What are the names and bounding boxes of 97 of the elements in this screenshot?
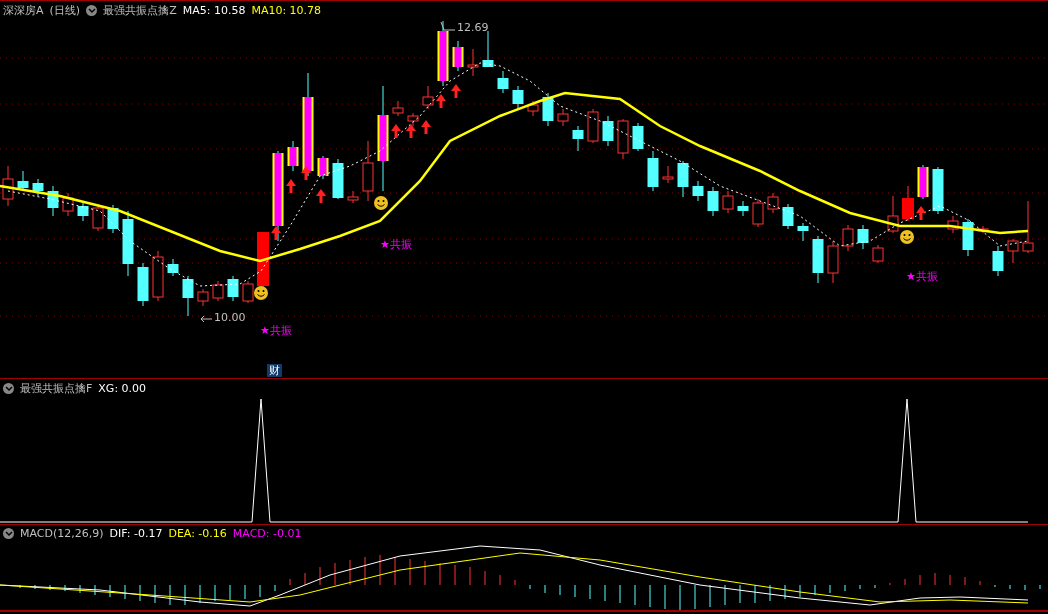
smiley-icon — [374, 196, 388, 210]
candlestick — [152, 250, 164, 302]
candlestick — [182, 275, 194, 317]
up-arrow-icon — [421, 120, 431, 134]
candlestick — [437, 20, 449, 87]
collapse-icon[interactable] — [3, 383, 14, 394]
dea-value: DEA: -0.16 — [168, 527, 227, 540]
candlestick — [542, 92, 554, 127]
candlestick — [887, 195, 899, 234]
candlestick — [722, 190, 734, 214]
up-arrow-icon — [916, 206, 926, 220]
candlestick — [32, 178, 44, 197]
smiley-icon — [254, 286, 268, 300]
up-arrow-icon — [286, 179, 296, 193]
candlestick — [452, 40, 464, 72]
candlestick — [467, 48, 479, 77]
candlestick — [662, 165, 674, 184]
candlestick — [602, 115, 614, 147]
candlestick — [242, 280, 254, 304]
candlestick — [122, 210, 134, 277]
candlestick — [692, 180, 704, 202]
candlestick — [587, 108, 599, 144]
candlestick — [857, 224, 869, 250]
candlestick — [917, 164, 929, 200]
candlestick — [527, 100, 539, 117]
candlestick — [767, 192, 779, 214]
candlestick — [167, 258, 179, 277]
signal-label: ★共振 — [260, 323, 292, 338]
candlestick — [902, 185, 914, 222]
candlestick — [932, 166, 944, 215]
candlestick — [347, 190, 359, 204]
candlestick — [197, 288, 209, 307]
candlestick — [737, 200, 749, 217]
candlestick — [557, 108, 569, 127]
candlestick — [872, 244, 884, 264]
up-arrow-icon — [451, 84, 461, 98]
collapse-icon[interactable] — [86, 5, 98, 16]
indicator-name: 最强共振点擒Z — [103, 3, 177, 18]
candlestick — [107, 204, 119, 234]
candlestick — [617, 118, 629, 160]
low-price-label: 10.00 — [214, 311, 246, 324]
candlestick — [632, 122, 644, 152]
up-arrow-icon — [316, 189, 326, 203]
candlestick — [707, 186, 719, 217]
candlestick — [842, 224, 854, 252]
signal-label: ★共振 — [380, 237, 412, 252]
indicator-name: 最强共振点擒F — [20, 381, 93, 396]
dif-value: DIF: -0.17 — [109, 527, 163, 540]
smiley-icon — [900, 230, 914, 244]
candlestick — [287, 140, 299, 172]
candlestick — [677, 160, 689, 198]
candlestick — [512, 85, 524, 110]
candlestick — [392, 100, 404, 117]
candlestick — [962, 218, 974, 257]
finance-badge[interactable]: 财 — [267, 364, 282, 377]
candlestick — [227, 275, 239, 302]
candlestick — [992, 245, 1004, 277]
up-arrow-icon — [406, 124, 416, 138]
candlestick — [812, 235, 824, 284]
candlestick — [1007, 238, 1019, 264]
up-arrow-icon — [271, 226, 281, 240]
candlestick — [47, 185, 59, 217]
stock-name: 深深房A — [3, 3, 44, 18]
xg-value: XG: 0.00 — [98, 382, 147, 395]
indicator-name: MACD(12,26,9) — [20, 527, 104, 540]
candlestick — [362, 140, 374, 202]
candlestick — [827, 240, 839, 284]
candlestick — [797, 222, 809, 242]
candlestick — [332, 158, 344, 200]
up-arrow-icon — [301, 166, 311, 180]
collapse-icon[interactable] — [3, 528, 14, 539]
candlestick — [317, 155, 329, 180]
low-marker-arrow — [200, 315, 213, 323]
candlestick — [212, 280, 224, 302]
macd-value: MACD: -0.01 — [232, 527, 302, 540]
period-label: (日线) — [49, 3, 81, 18]
candlestick — [1022, 200, 1034, 254]
candlestick — [647, 150, 659, 192]
candlestick — [422, 85, 434, 110]
high-price-label: 12.69 — [457, 21, 489, 34]
up-arrow-icon — [436, 94, 446, 108]
candlestick — [77, 200, 89, 222]
ma5-value: MA5: 10.58 — [182, 4, 246, 17]
candlestick — [947, 215, 959, 234]
candlestick — [407, 112, 419, 127]
candlestick — [62, 192, 74, 217]
candlestick — [497, 70, 509, 94]
ma10-value: MA10: 10.78 — [251, 4, 322, 17]
signal-label: ★共振 — [906, 269, 938, 284]
candlestick — [482, 30, 494, 68]
candlestick — [977, 225, 989, 234]
candlestick — [137, 262, 149, 307]
candlestick — [572, 125, 584, 152]
candlestick — [752, 198, 764, 228]
up-arrow-icon — [391, 124, 401, 138]
candlestick — [17, 170, 29, 192]
candlestick — [782, 203, 794, 230]
